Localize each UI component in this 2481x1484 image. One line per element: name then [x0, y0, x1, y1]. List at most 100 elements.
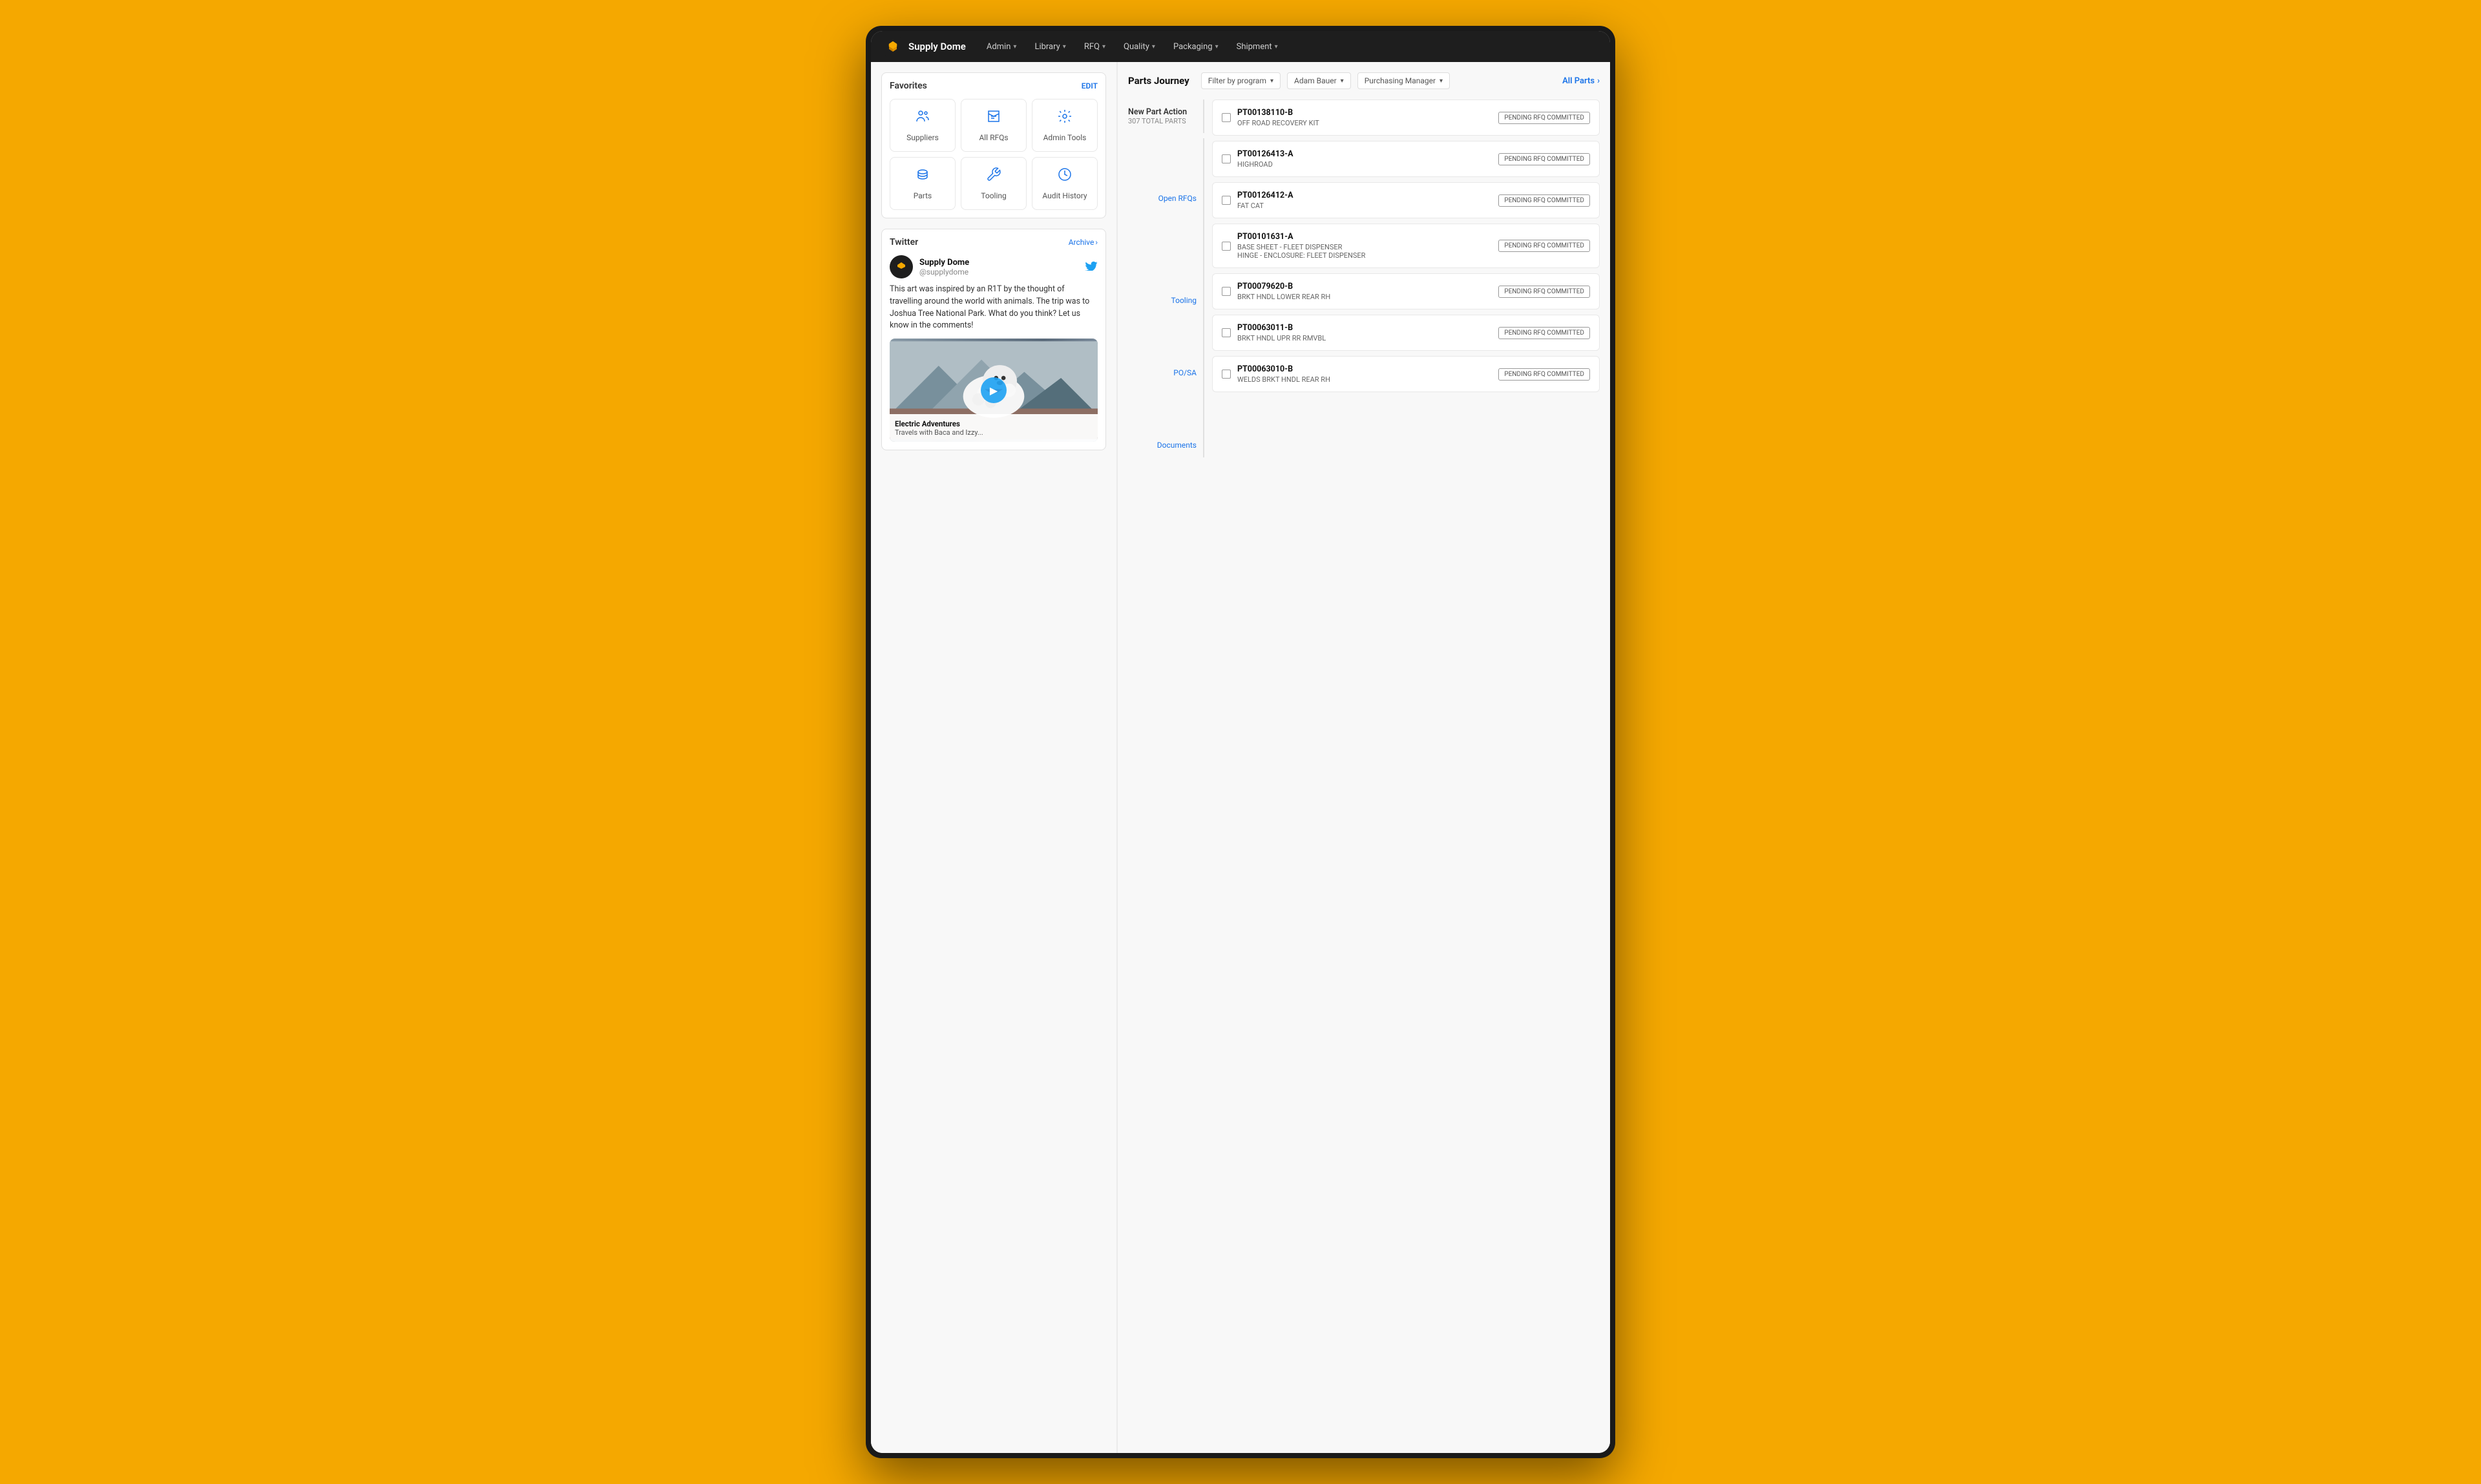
table-row: PT00063010-B WELDS BRKT HNDL REAR RH PEN… [1212, 356, 1600, 392]
left-panel: Favorites EDIT [871, 62, 1116, 1453]
part-number-2: PT00126412-A [1237, 191, 1492, 200]
tooling-icon [986, 167, 1001, 186]
part-checkbox-4[interactable] [1222, 287, 1231, 296]
parts-journey-header: Parts Journey Filter by program ▾ Adam B… [1128, 72, 1600, 89]
nav-item-shipment[interactable]: Shipment ▾ [1229, 38, 1286, 56]
part-checkbox-2[interactable] [1222, 196, 1231, 205]
archive-link[interactable]: Archive › [1069, 238, 1098, 247]
stage-label-open-rfqs: Open RFQs [1128, 186, 1204, 211]
stage-label-tooling: Tooling [1128, 288, 1204, 313]
stage-label-posa: PO/SA [1128, 361, 1204, 385]
fav-item-all-rfqs[interactable]: All RFQs [961, 99, 1027, 152]
table-row: PT00126413-A HIGHROAD PENDING RFQ COMMIT… [1212, 141, 1600, 177]
nav-logo-text: Supply Dome [908, 41, 966, 52]
tweet-image-caption: Electric Adventures Travels with Baca an… [890, 414, 1098, 442]
fav-label-all-rfqs: All RFQs [979, 133, 1008, 142]
fav-item-suppliers[interactable]: Suppliers [890, 99, 956, 152]
stage-spacer-2 [1128, 249, 1204, 288]
tweet-avatar [890, 255, 913, 278]
stage-spacer-0 [1128, 138, 1204, 186]
part-checkbox-5[interactable] [1222, 328, 1231, 337]
part-checkbox-6[interactable] [1222, 370, 1231, 379]
fav-item-tooling[interactable]: Tooling [961, 157, 1027, 210]
tweet-caption-title: Electric Adventures [895, 419, 1093, 428]
part-checkbox-0[interactable] [1222, 113, 1231, 122]
parts-icon [915, 167, 930, 186]
user-chevron-icon: ▾ [1341, 78, 1344, 85]
nav-item-admin[interactable]: Admin ▾ [979, 38, 1025, 56]
tweet-caption-sub: Travels with Baca and Izzy... [895, 428, 1093, 437]
all-rfqs-icon [986, 109, 1001, 128]
part-number-5: PT00063011-B [1237, 323, 1492, 333]
part-name-1: HIGHROAD [1237, 160, 1492, 169]
fav-label-admin-tools: Admin Tools [1043, 133, 1087, 142]
play-button[interactable]: ▶ [981, 377, 1007, 403]
main-area: Favorites EDIT [871, 62, 1610, 1453]
fav-label-suppliers: Suppliers [906, 133, 939, 142]
fav-item-parts[interactable]: Parts [890, 157, 956, 210]
part-info-5: PT00063011-B BRKT HNDL UPR RR RMVBL [1237, 323, 1492, 342]
quality-chevron-icon: ▾ [1152, 43, 1155, 50]
npa-title: New Part Action [1128, 107, 1197, 117]
part-name-4: BRKT HNDL LOWER REAR RH [1237, 293, 1492, 301]
part-number-6: PT00063010-B [1237, 364, 1492, 374]
part-status-1: PENDING RFQ COMMITTED [1498, 153, 1590, 165]
nav-item-rfq[interactable]: RFQ ▾ [1076, 38, 1113, 56]
stage-spacer-1 [1128, 211, 1204, 249]
fav-label-parts: Parts [914, 191, 932, 200]
rfq-chevron-icon: ▾ [1102, 43, 1105, 50]
suppliers-icon [915, 109, 930, 128]
npa-count: 307 TOTAL PARTS [1128, 117, 1197, 125]
stage-label-documents: Documents [1128, 433, 1204, 457]
journey-content: New Part Action 307 TOTAL PARTS Open RFQ… [1128, 99, 1600, 457]
part-info-2: PT00126412-A FAT CAT [1237, 191, 1492, 210]
part-info-0: PT00138110-B OFF ROAD RECOVERY KIT [1237, 108, 1492, 127]
favorites-grid: Suppliers All RFQs [890, 99, 1098, 210]
logo-icon [884, 37, 902, 56]
part-number-0: PT00138110-B [1237, 108, 1492, 118]
part-name-3b: HINGE - ENCLOSURE: FLEET DISPENSER [1237, 251, 1492, 260]
library-chevron-icon: ▾ [1063, 43, 1066, 50]
table-row: PT00101631-A BASE SHEET - FLEET DISPENSE… [1212, 224, 1600, 268]
stage-spacer-3 [1128, 313, 1204, 361]
part-name-0: OFF ROAD RECOVERY KIT [1237, 119, 1492, 127]
part-checkbox-3[interactable] [1222, 242, 1231, 251]
part-checkbox-1[interactable] [1222, 154, 1231, 163]
filter-user-dropdown[interactable]: Adam Bauer ▾ [1287, 72, 1351, 89]
part-number-3: PT00101631-A [1237, 232, 1492, 242]
nav-item-library[interactable]: Library ▾ [1027, 38, 1073, 56]
tweet-text: This art was inspired by an R1T by the t… [890, 284, 1098, 332]
part-status-3: PENDING RFQ COMMITTED [1498, 240, 1590, 252]
parts-journey-title: Parts Journey [1128, 75, 1189, 87]
fav-label-audit-history: Audit History [1042, 191, 1087, 200]
edit-favorites-button[interactable]: EDIT [1082, 81, 1098, 90]
device-frame: Supply Dome Admin ▾ Library ▾ RFQ ▾ Qual… [866, 26, 1615, 1458]
filter-role-dropdown[interactable]: Purchasing Manager ▾ [1357, 72, 1450, 89]
filter-program-dropdown[interactable]: Filter by program ▾ [1201, 72, 1281, 89]
fav-item-audit-history[interactable]: Audit History [1032, 157, 1098, 210]
nav-bar: Supply Dome Admin ▾ Library ▾ RFQ ▾ Qual… [871, 31, 1610, 62]
table-row: PT00126412-A FAT CAT PENDING RFQ COMMITT… [1212, 182, 1600, 218]
admin-tools-icon [1057, 109, 1073, 128]
parts-list: PT00138110-B OFF ROAD RECOVERY KIT PENDI… [1212, 99, 1600, 457]
fav-label-tooling: Tooling [981, 191, 1006, 200]
npa-header: New Part Action 307 TOTAL PARTS [1128, 99, 1204, 133]
twitter-bird-icon [1085, 260, 1098, 274]
part-status-6: PENDING RFQ COMMITTED [1498, 368, 1590, 381]
part-name-6: WELDS BRKT HNDL REAR RH [1237, 375, 1492, 384]
fav-item-admin-tools[interactable]: Admin Tools [1032, 99, 1098, 152]
part-status-5: PENDING RFQ COMMITTED [1498, 327, 1590, 339]
all-parts-chevron-icon: › [1597, 76, 1600, 86]
nav-item-packaging[interactable]: Packaging ▾ [1166, 38, 1226, 56]
archive-chevron-icon: › [1095, 238, 1098, 247]
journey-stages: New Part Action 307 TOTAL PARTS Open RFQ… [1128, 99, 1212, 457]
table-row: PT00063011-B BRKT HNDL UPR RR RMVBL PEND… [1212, 315, 1600, 351]
tweet-author-name: Supply Dome [919, 258, 1078, 267]
nav-item-quality[interactable]: Quality ▾ [1116, 38, 1163, 56]
nav-logo[interactable]: Supply Dome [884, 37, 966, 56]
part-number-4: PT00079620-B [1237, 282, 1492, 291]
all-parts-link[interactable]: All Parts › [1562, 76, 1600, 86]
part-name-3: BASE SHEET - FLEET DISPENSER [1237, 243, 1492, 251]
part-status-4: PENDING RFQ COMMITTED [1498, 286, 1590, 298]
tweet-image[interactable]: ▶ Electric Adventures Travels with Baca … [890, 339, 1098, 442]
